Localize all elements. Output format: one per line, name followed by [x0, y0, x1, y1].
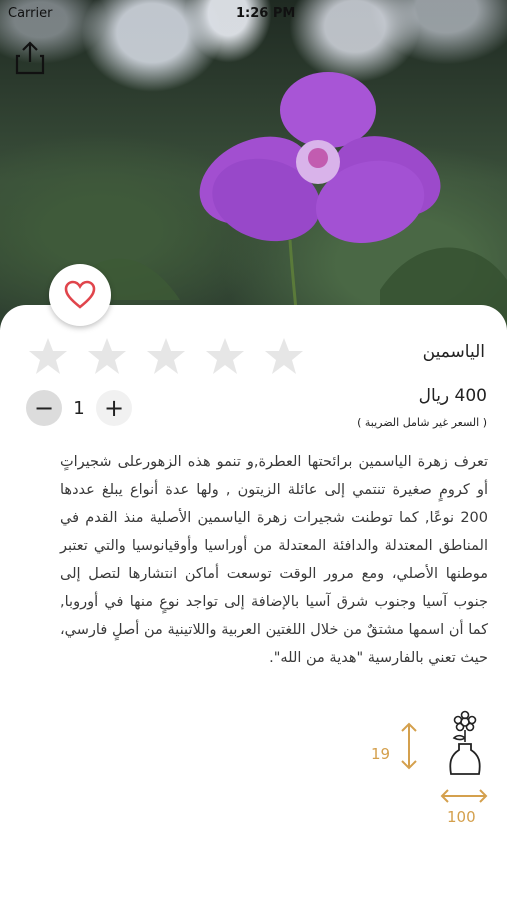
quantity-value: 1 [73, 397, 85, 419]
favorite-button[interactable] [49, 264, 111, 326]
star-icon[interactable] [146, 336, 186, 376]
width-arrow-icon [440, 789, 488, 803]
share-icon [15, 41, 45, 75]
vase-icon [449, 710, 481, 775]
share-button[interactable] [14, 40, 46, 76]
star-icon[interactable] [87, 336, 127, 376]
quantity-stepper: − 1 + [26, 390, 132, 426]
price-note: ( السعر غير شامل الضريبة ) [357, 416, 487, 429]
product-description: تعرف زهرة الياسمين برائحتها العطرة,و تنم… [60, 454, 488, 666]
rating-stars[interactable] [28, 336, 304, 376]
height-arrow-icon [401, 722, 417, 770]
width-value: 100 [447, 808, 476, 826]
height-value: 19 [371, 745, 391, 763]
status-bar: Carrier 1:26 PM [6, 6, 501, 22]
status-time: 1:26 PM [236, 6, 296, 21]
product-price: 400 ريال [418, 386, 487, 406]
product-name: الياسمين [422, 342, 485, 362]
carrier-label: Carrier [8, 6, 53, 21]
decrease-quantity-button[interactable]: − [26, 390, 62, 426]
increase-quantity-button[interactable]: + [96, 390, 132, 426]
star-icon[interactable] [28, 336, 68, 376]
star-icon[interactable] [264, 336, 304, 376]
heart-icon [64, 280, 96, 309]
star-icon[interactable] [205, 336, 245, 376]
